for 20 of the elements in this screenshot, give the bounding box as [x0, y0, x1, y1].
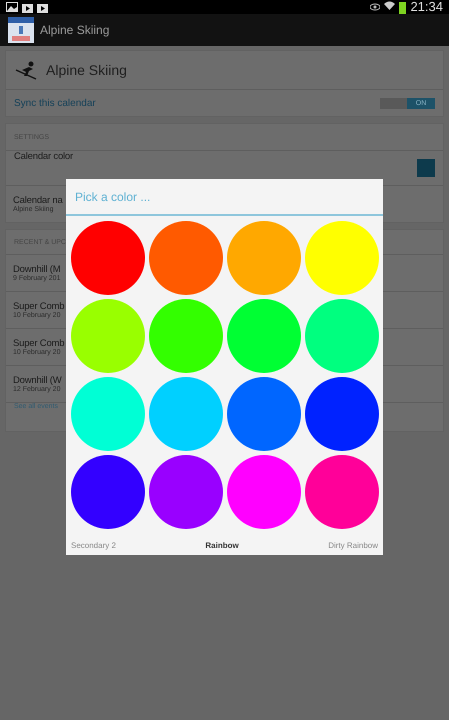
calendar-app-icon — [8, 17, 34, 43]
event-title[interactable]: Downhill (W — [13, 375, 62, 386]
clock-time: 21:34 — [410, 0, 443, 14]
palette-tab[interactable]: Rainbow — [205, 541, 239, 550]
eye-icon — [370, 3, 380, 11]
app-title: Alpine Skiing — [40, 23, 110, 37]
event-title[interactable]: Super Comb — [13, 338, 64, 349]
palette-tab[interactable]: Secondary 2 — [71, 541, 116, 550]
color-swatch[interactable] — [417, 159, 435, 177]
palette-tab[interactable]: Dirty Rainbow — [328, 541, 378, 550]
calendar-title: Alpine Skiing — [46, 62, 127, 78]
skier-icon — [14, 60, 38, 80]
event-title[interactable]: Downhill (M — [13, 264, 60, 275]
battery-icon — [399, 0, 406, 14]
name-label: Calendar na — [13, 195, 63, 206]
sync-label: Sync this calendar — [14, 98, 96, 108]
color-label: Calendar color — [14, 151, 73, 162]
dialog-title: Pick a color ... — [66, 179, 383, 216]
event-title[interactable]: Super Comb — [13, 301, 64, 312]
image-icon — [6, 2, 18, 12]
